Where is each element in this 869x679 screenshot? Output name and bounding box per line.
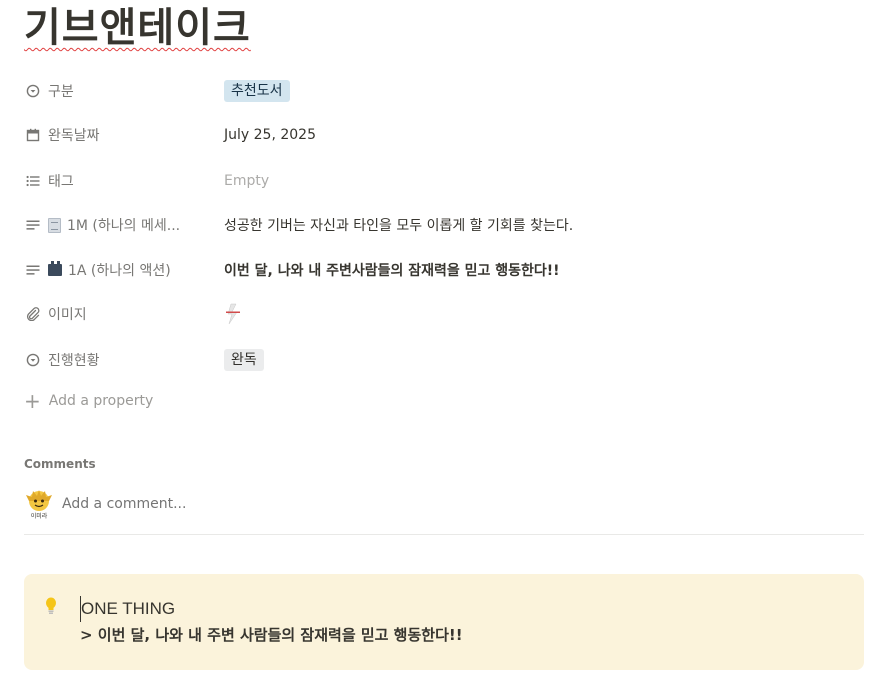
avatar-caption: 이미라: [24, 513, 54, 520]
property-key-label: 진행현황: [48, 353, 100, 369]
one-action-value[interactable]: 이번 달, 나와 내 주변사람들의 잠재력을 믿고 행동한다!!: [224, 260, 560, 280]
image-value[interactable]: [224, 303, 242, 325]
select-icon: [24, 82, 42, 100]
add-property-label: Add a property: [48, 393, 154, 409]
callout-body: > 이번 달, 나와 내 주변 사람들의 잠재력을 믿고 행동한다!!: [80, 626, 463, 644]
status-icon: [24, 351, 42, 369]
property-value[interactable]: 추천도서: [224, 80, 290, 102]
property-key-label: 1A (하나의 액션): [68, 263, 171, 279]
lightbulb-icon: [44, 596, 64, 670]
property-row-tags[interactable]: 태그 Empty: [24, 164, 864, 198]
page-title[interactable]: 기브앤테이크: [24, 2, 251, 54]
property-key-label: 태그: [48, 174, 74, 190]
callout-block[interactable]: ONE THING > 이번 달, 나와 내 주변 사람들의 잠재력을 믿고 행…: [24, 574, 864, 670]
property-row-finish-date[interactable]: 완독날짜 July 25, 2025: [24, 118, 864, 152]
text-icon: [24, 261, 42, 279]
list-icon: [24, 172, 42, 190]
calendar-icon: [24, 126, 42, 144]
property-key-label: 구분: [48, 84, 74, 100]
divider: [24, 534, 864, 535]
add-property-button[interactable]: + Add a property: [24, 389, 154, 413]
property-row-one-message[interactable]: 1M (하나의 메세... 성공한 기버는 자신과 타인을 모두 이롭게 할 기…: [24, 208, 864, 242]
clapper-emoji-icon: [48, 261, 62, 276]
status-tag: 완독: [224, 349, 264, 371]
tags-value-empty[interactable]: Empty: [224, 173, 269, 189]
book-cover-thumbnail[interactable]: [224, 303, 242, 325]
callout-content[interactable]: ONE THING > 이번 달, 나와 내 주변 사람들의 잠재력을 믿고 행…: [80, 596, 463, 670]
comment-input[interactable]: [62, 496, 362, 512]
avatar: 이미라: [24, 489, 54, 520]
property-key[interactable]: 1A (하나의 액션): [24, 260, 224, 280]
property-key[interactable]: 태그: [24, 171, 224, 191]
property-key[interactable]: 진행현황: [24, 350, 224, 370]
category-tag: 추천도서: [224, 80, 290, 102]
property-key-label: 완독날짜: [48, 128, 100, 144]
page-emoji-icon: [48, 217, 61, 233]
finish-date-value[interactable]: July 25, 2025: [224, 127, 316, 143]
property-row-image[interactable]: 이미지: [24, 297, 864, 331]
plus-icon: +: [24, 389, 41, 413]
one-message-value[interactable]: 성공한 기버는 자신과 타인을 모두 이롭게 할 기회를 찾는다.: [224, 215, 573, 235]
property-key-label: 이미지: [48, 307, 87, 323]
property-row-status[interactable]: 진행현황 완독: [24, 343, 864, 377]
property-key[interactable]: 이미지: [24, 304, 224, 324]
property-key[interactable]: 1M (하나의 메세...: [24, 215, 224, 235]
property-row-one-action[interactable]: 1A (하나의 액션) 이번 달, 나와 내 주변사람들의 잠재력을 믿고 행동…: [24, 253, 864, 287]
comments-heading: Comments: [24, 457, 96, 471]
callout-title: ONE THING: [80, 596, 463, 622]
property-key[interactable]: 구분: [24, 81, 224, 101]
text-icon: [24, 216, 42, 234]
property-row-category[interactable]: 구분 추천도서: [24, 74, 864, 108]
attachment-icon: [24, 305, 42, 323]
property-key[interactable]: 완독날짜: [24, 125, 224, 145]
property-key-label: 1M (하나의 메세...: [67, 218, 181, 234]
property-value[interactable]: 완독: [224, 349, 264, 371]
comment-composer[interactable]: 이미라: [24, 489, 362, 520]
